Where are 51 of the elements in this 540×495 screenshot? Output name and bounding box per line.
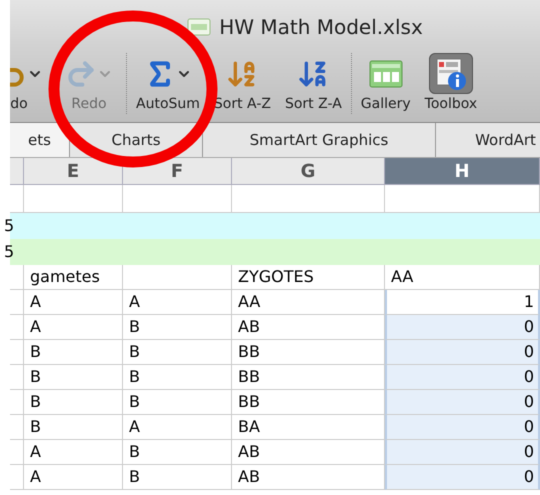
table-cell: B bbox=[123, 390, 232, 415]
table-cell: 0 bbox=[385, 365, 540, 390]
table-cell: 0 bbox=[385, 440, 540, 465]
ribbon-tab[interactable]: ets bbox=[10, 123, 70, 157]
table-cell: B bbox=[123, 440, 232, 465]
table-cell: BB bbox=[232, 365, 385, 390]
table-cell: AB bbox=[232, 440, 385, 465]
column-header[interactable]: H bbox=[385, 158, 540, 185]
spreadsheet-file-icon bbox=[187, 18, 212, 36]
table-cell: A bbox=[24, 440, 123, 465]
table-cell: AB bbox=[232, 465, 385, 490]
ribbon-tab[interactable]: WordArt bbox=[436, 123, 540, 157]
table-cell: B bbox=[24, 390, 123, 415]
table-cell: A bbox=[24, 290, 123, 315]
table-cell: 0 bbox=[385, 315, 540, 340]
table-cell: A bbox=[24, 465, 123, 490]
table-cell: 0 bbox=[385, 415, 540, 440]
table-cell: B bbox=[123, 315, 232, 340]
table-cell: AA bbox=[232, 290, 385, 315]
column-header[interactable]: E bbox=[24, 158, 123, 185]
table-cell: 0 bbox=[385, 340, 540, 365]
table-cell: B bbox=[24, 340, 123, 365]
table-cell: BB bbox=[232, 390, 385, 415]
ribbon-tab[interactable]: Charts bbox=[70, 123, 203, 157]
toolbar-button[interactable]: Sort Z-A bbox=[282, 53, 345, 114]
table-cell: 0 bbox=[385, 390, 540, 415]
row-number: 5 bbox=[4, 241, 16, 263]
row-number: 5 bbox=[4, 215, 16, 237]
table-cell: B bbox=[123, 365, 232, 390]
table-cell: BB bbox=[232, 340, 385, 365]
window-title: HW Math Model.xlsx bbox=[219, 14, 423, 40]
table-cell: B bbox=[123, 465, 232, 490]
table-cell: ZYGOTES bbox=[232, 265, 385, 290]
table-cell: BA bbox=[232, 415, 385, 440]
table-cell: B bbox=[123, 340, 232, 365]
toolbar-button[interactable]: AutoSum bbox=[133, 53, 203, 114]
column-header[interactable]: G bbox=[232, 158, 385, 185]
table-cell: AB bbox=[232, 315, 385, 340]
table-cell: gametes bbox=[24, 265, 123, 290]
toolbar-button[interactable]: Gallery bbox=[358, 53, 414, 114]
ribbon-tab[interactable]: SmartArt Graphics bbox=[203, 123, 436, 157]
table-cell: A bbox=[123, 290, 232, 315]
table-cell: 0 bbox=[385, 465, 540, 490]
table-cell: AA bbox=[385, 265, 540, 290]
table-cell: B bbox=[24, 365, 123, 390]
table-cell: 1 bbox=[385, 290, 540, 315]
toolbar-button[interactable]: do bbox=[10, 53, 50, 114]
table-cell: A bbox=[123, 415, 232, 440]
gallery-icon bbox=[368, 58, 403, 88]
table-cell: A bbox=[24, 315, 123, 340]
table-cell: B bbox=[24, 415, 123, 440]
